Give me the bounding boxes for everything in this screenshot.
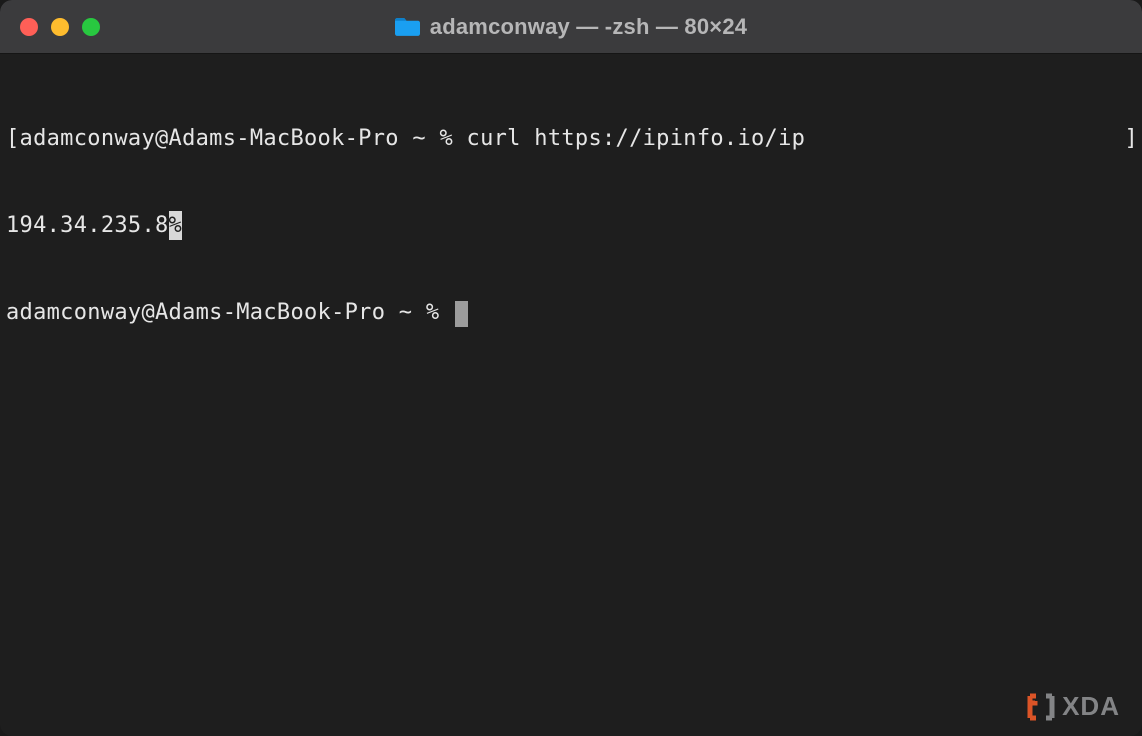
title-bar: adamconway — -zsh — 80×24	[0, 0, 1142, 54]
terminal-body[interactable]: [adamconway@Adams-MacBook-Pro ~ % curl h…	[0, 54, 1142, 736]
close-bracket: ]	[1124, 124, 1138, 153]
shell-prompt: adamconway@Adams-MacBook-Pro ~ %	[6, 300, 453, 325]
watermark: XDA	[1026, 691, 1120, 722]
command-output: 194.34.235.8	[6, 213, 169, 238]
percent-indicator: %	[169, 211, 183, 240]
title-center: adamconway — -zsh — 80×24	[0, 14, 1142, 40]
cursor	[455, 301, 468, 327]
open-bracket: [	[6, 126, 20, 151]
terminal-line-1: [adamconway@Adams-MacBook-Pro ~ % curl h…	[6, 124, 1136, 153]
window-title: adamconway — -zsh — 80×24	[430, 14, 747, 40]
xda-logo-icon	[1026, 692, 1056, 722]
traffic-lights	[20, 18, 100, 36]
terminal-line-3: adamconway@Adams-MacBook-Pro ~ %	[6, 298, 1136, 327]
terminal-window: adamconway — -zsh — 80×24 [adamconway@Ad…	[0, 0, 1142, 736]
minimize-button[interactable]	[51, 18, 69, 36]
terminal-line-2: 194.34.235.8%	[6, 211, 1136, 240]
watermark-text: XDA	[1062, 691, 1120, 722]
shell-prompt: adamconway@Adams-MacBook-Pro ~ %	[20, 126, 467, 151]
zoom-button[interactable]	[82, 18, 100, 36]
close-button[interactable]	[20, 18, 38, 36]
command-text: curl https://ipinfo.io/ip	[467, 126, 806, 151]
folder-icon	[395, 16, 420, 37]
